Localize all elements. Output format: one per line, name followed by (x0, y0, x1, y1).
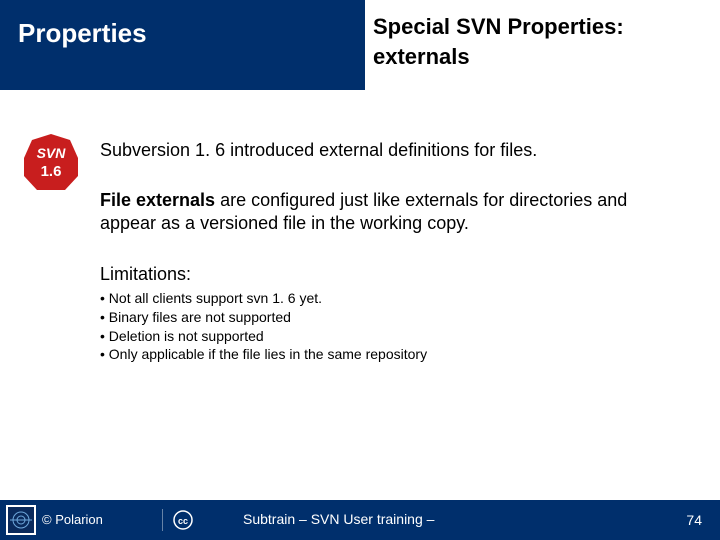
list-item: Binary files are not supported (100, 308, 680, 327)
svg-text:cc: cc (178, 516, 188, 526)
file-externals-label: File externals (100, 190, 215, 210)
list-item: Only applicable if the file lies in the … (100, 345, 680, 364)
intro-text: Subversion 1. 6 introduced external defi… (100, 140, 680, 161)
polarion-logo-icon (6, 505, 36, 535)
limitations-list: Not all clients support svn 1. 6 yet. Bi… (100, 289, 680, 365)
header-section-title: Properties (0, 0, 365, 90)
limitations-title: Limitations: (100, 264, 680, 285)
svn-badge-icon: SVN 1.6 (20, 132, 82, 194)
slide-header: Properties Special SVN Properties: exter… (0, 0, 720, 90)
list-item: Deletion is not supported (100, 327, 680, 346)
title-line-2: externals (373, 42, 720, 72)
header-slide-title: Special SVN Properties: externals (365, 0, 720, 90)
page-number: 74 (686, 512, 702, 528)
slide-content: SVN 1.6 Subversion 1. 6 introduced exter… (0, 90, 720, 364)
footer-center-text: Subtrain – SVN User training – (243, 512, 434, 527)
cc-license-icon: cc (173, 510, 193, 530)
slide-footer: © Polarion cc Subtrain – SVN User traini… (0, 500, 720, 540)
list-item: Not all clients support svn 1. 6 yet. (100, 289, 680, 308)
svg-text:1.6: 1.6 (41, 163, 62, 180)
title-line-1: Special SVN Properties: (373, 12, 720, 42)
copyright-text: © Polarion (42, 513, 152, 527)
file-externals-paragraph: File externals are configured just like … (100, 189, 680, 236)
footer-divider (162, 509, 163, 531)
svg-text:SVN: SVN (37, 145, 67, 161)
